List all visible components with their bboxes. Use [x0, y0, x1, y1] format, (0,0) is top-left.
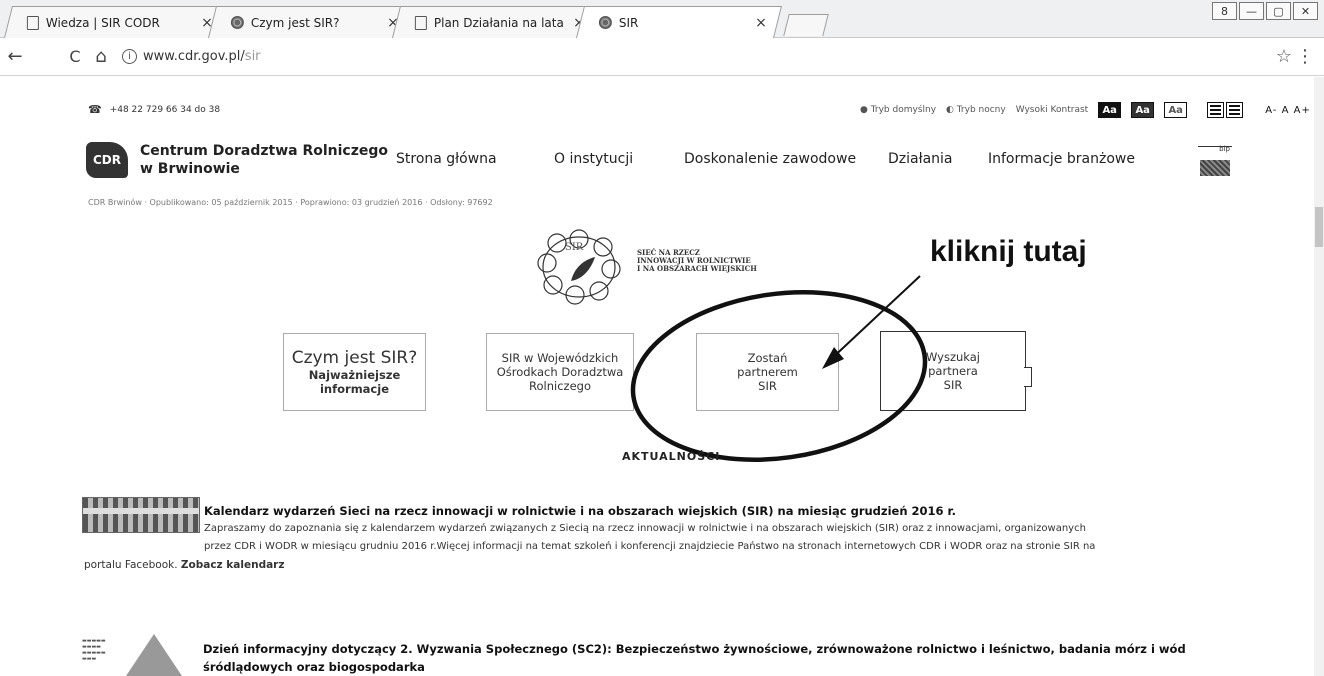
- cdr-logo-mark: CDR: [86, 142, 128, 178]
- phone-number: +48 22 729 66 34 do 38: [109, 104, 221, 115]
- phone-contact: ☎ +48 22 729 66 34 do 38: [88, 103, 220, 116]
- contrast-button-light[interactable]: Aa: [1164, 102, 1188, 118]
- news-text: Zapraszamy do zapoznania się z kalendarz…: [204, 523, 1086, 534]
- accessibility-controls: ● Tryb domyślny ◐ Tryb nocny Wysoki Kont…: [860, 102, 1311, 118]
- sir-logo-text-line: I NA OBSZARACH WIEJSKICH: [637, 264, 757, 273]
- font-size-controls[interactable]: A- A A+: [1265, 105, 1311, 116]
- tab-title: Czym jest SIR?: [250, 15, 340, 30]
- tile-line: Rolniczego: [529, 379, 591, 393]
- news-text: portalu Facebook.: [84, 559, 178, 571]
- scrollbar[interactable]: [1314, 77, 1324, 676]
- mode-default-link[interactable]: ● Tryb domyślny: [860, 105, 936, 115]
- site-logo[interactable]: CDR Centrum Doradztwa Rolniczego w Brwin…: [86, 142, 388, 178]
- maximize-button[interactable]: ▢: [1266, 2, 1291, 20]
- tab-czym-jest-sir[interactable]: Czym jest SIR? ×: [208, 6, 414, 38]
- layout-wide-icon[interactable]: [1207, 102, 1225, 118]
- nav-dzialania[interactable]: Działania: [888, 151, 953, 167]
- tab-title: Wiedza | SIR CODR: [45, 15, 160, 30]
- tab-title: SIR: [618, 15, 639, 30]
- address-bar[interactable]: www.cdr.gov.pl/sir: [143, 49, 261, 64]
- back-button[interactable]: ←: [2, 46, 28, 67]
- nav-strona-glowna[interactable]: Strona główna: [396, 151, 497, 167]
- tab-bar: Wiedza | SIR CODR × Czym jest SIR? × Plan …: [0, 0, 1324, 38]
- layout-narrow-icon[interactable]: [1226, 102, 1244, 118]
- mode-night-link[interactable]: ◐ Tryb nocny: [946, 105, 1006, 115]
- news-thumbnail[interactable]: ▬▬▬▬▬ ▬▬▬▬ ▬▬▬▬▬ ▬▬▬: [82, 634, 200, 676]
- tab-sir[interactable]: SIR ×: [576, 6, 782, 38]
- bip-logo-icon: [1200, 160, 1230, 176]
- bookmark-star-icon[interactable]: ☆: [1276, 46, 1292, 67]
- phone-icon: ☎: [88, 103, 102, 116]
- tile-edge-tab: [1024, 367, 1032, 387]
- tile-line: partnerem: [737, 365, 798, 379]
- tab-wiedza[interactable]: Wiedza | SIR CODR ×: [4, 6, 228, 38]
- tile-line: Ośrodkach Doradztwa: [496, 365, 624, 379]
- tile-line: SIR w Wojewódzkich: [501, 351, 619, 365]
- tile-line: SIR: [943, 378, 963, 392]
- thumbnail-graphic: ▬▬▬▬▬ ▬▬▬▬ ▬▬▬▬▬ ▬▬▬: [82, 638, 106, 662]
- tile-line: Wyszukaj: [926, 350, 980, 364]
- sir-favicon-icon: [230, 16, 244, 29]
- contrast-button-yellow[interactable]: Aa: [1131, 102, 1155, 118]
- news-item: Dzień informacyjny dotyczący 2. Wyzwania…: [203, 640, 1251, 676]
- sir-logo-mark: SIR: [565, 242, 584, 253]
- nav-o-instytucji[interactable]: O instytucji: [554, 151, 633, 167]
- url-host: www.cdr.gov.pl/: [143, 49, 245, 64]
- sir-logo-text: SIEĆ NA RZECZ INNOWACJI W ROLNICTWIE I N…: [637, 249, 757, 273]
- close-icon[interactable]: ×: [755, 15, 767, 31]
- reload-button[interactable]: C: [62, 47, 88, 66]
- callout-text: kliknij tutaj: [930, 235, 1087, 268]
- tile-title: Czym jest SIR?: [291, 348, 418, 368]
- tab-plan-dzialania[interactable]: Plan Działania na lata 2(×: [392, 6, 600, 38]
- news-title[interactable]: Kalendarz wydarzeń Sieci na rzecz innowa…: [70, 502, 1250, 520]
- bip-link[interactable]: bip: [1198, 145, 1232, 176]
- site-name: Centrum Doradztwa Rolniczego w Brwinowie: [140, 142, 388, 178]
- user-icon[interactable]: 8: [1212, 2, 1237, 20]
- news-title[interactable]: Dzień informacyjny dotyczący 2. Wyzwania…: [203, 640, 1251, 658]
- tile-czym-jest-sir[interactable]: Czym jest SIR? Najważniejsze informacje: [283, 333, 426, 411]
- section-title-aktualnosci: AKTUALNOŚCI: [622, 450, 721, 463]
- browser-toolbar: ← C ⌂ i www.cdr.gov.pl/sir ☆ ⋮: [0, 38, 1324, 76]
- tile-line: Zostań: [747, 351, 788, 365]
- sir-logo: [537, 229, 621, 305]
- mode-night-label: Tryb nocny: [956, 105, 1006, 115]
- news-item: Kalendarz wydarzeń Sieci na rzecz innowa…: [70, 502, 1250, 574]
- site-name-line1: Centrum Doradztwa Rolniczego: [140, 143, 389, 159]
- window-controls: 8 — ▢ ✕: [1212, 2, 1318, 20]
- new-tab-button[interactable]: [783, 14, 829, 36]
- news-text: przez CDR i WODR w miesiącu grudniu 2016…: [204, 541, 1096, 552]
- tile-line: SIR: [758, 379, 777, 393]
- tile-zostan-partnerem[interactable]: Zostań partnerem SIR: [696, 333, 839, 411]
- info-icon[interactable]: i: [122, 49, 137, 64]
- tile-subtitle: informacje: [319, 382, 389, 396]
- mode-default-label: Tryb domyślny: [870, 105, 937, 115]
- nav-doskonalenie-zawodowe[interactable]: Doskonalenie zawodowe: [684, 151, 856, 167]
- tile-wyszukaj-partnera[interactable]: Wyszukaj partnera SIR: [880, 331, 1026, 411]
- sir-favicon-icon: [598, 16, 612, 29]
- thumbnail-graphic: [126, 634, 182, 676]
- close-window-button[interactable]: ✕: [1293, 2, 1318, 20]
- bip-label: bip: [1219, 145, 1230, 153]
- minimize-button[interactable]: —: [1239, 2, 1264, 20]
- browser-menu-icon[interactable]: ⋮: [1296, 46, 1314, 67]
- scrollbar-thumb[interactable]: [1315, 207, 1323, 247]
- high-contrast-label: Wysoki Kontrast: [1015, 105, 1089, 115]
- page-content: ☎ +48 22 729 66 34 do 38 ● Tryb domyślny…: [0, 77, 1314, 676]
- url-path: sir: [244, 49, 261, 64]
- tab-title: Plan Działania na lata 2(: [433, 15, 568, 30]
- tile-subtitle: Najważniejsze: [308, 368, 401, 382]
- home-button[interactable]: ⌂: [88, 46, 114, 67]
- news-title-cont[interactable]: śródlądowych oraz biogospodarka: [203, 658, 1251, 676]
- site-name-line2: w Brwinowie: [140, 161, 240, 177]
- news-link[interactable]: Zobacz kalendarz: [181, 559, 285, 571]
- page-icon: [26, 15, 39, 30]
- tile-sir-wodr[interactable]: SIR w Wojewódzkich Ośrodkach Doradztwa R…: [486, 333, 634, 411]
- contrast-button-dark[interactable]: Aa: [1098, 102, 1122, 118]
- article-meta: CDR Brwinów · Opublikowano: 05 październ…: [88, 198, 493, 207]
- news-text-last: portalu Facebook. Zobacz kalendarz: [70, 556, 1250, 574]
- page-icon: [414, 15, 427, 30]
- nav-informacje-branzowe[interactable]: Informacje branżowe: [988, 151, 1135, 167]
- tile-line: partnera: [928, 364, 978, 378]
